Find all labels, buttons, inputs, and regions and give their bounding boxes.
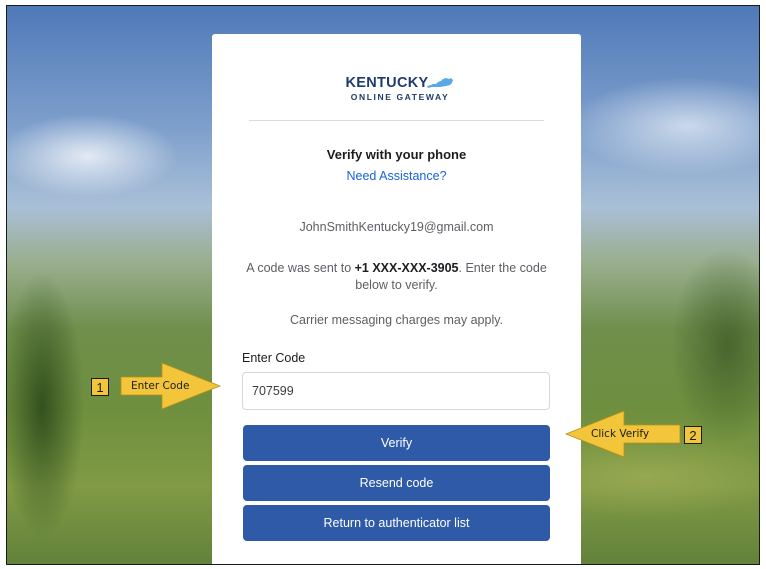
enter-code-label: Enter Code <box>242 351 306 365</box>
verify-card: KENTUCKY ONLINE GATEWAY Verify with your… <box>212 34 581 564</box>
code-sent-message: A code was sent to +1 XXX-XXX-3905. Ente… <box>242 260 551 294</box>
kentucky-state-icon <box>427 78 454 88</box>
kentucky-online-gateway-logo: KENTUCKY ONLINE GATEWAY <box>340 74 460 102</box>
logo-main-text: KENTUCKY <box>345 75 429 91</box>
need-assistance-link[interactable]: Need Assistance? <box>212 169 581 183</box>
callout-number: 2 <box>684 426 702 444</box>
callout-text: Enter Code <box>131 380 190 392</box>
callout-click-verify: Click Verify 2 <box>564 409 704 459</box>
carrier-charges-note: Carrier messaging charges may apply. <box>289 313 504 327</box>
callout-enter-code: 1 Enter Code <box>82 361 222 411</box>
resend-code-button[interactable]: Resend code <box>243 465 550 501</box>
logo-wordmark: KENTUCKY <box>346 75 455 91</box>
account-email: JohnSmithKentucky19@gmail.com <box>299 220 494 234</box>
return-to-authenticator-list-button[interactable]: Return to authenticator list <box>243 505 550 541</box>
code-input[interactable] <box>242 372 550 410</box>
callout-text: Click Verify <box>591 428 650 440</box>
header-divider <box>249 120 544 121</box>
background-landscape: KENTUCKY ONLINE GATEWAY Verify with your… <box>6 5 760 565</box>
page-title: Verify with your phone <box>326 147 467 162</box>
logo-subtitle: ONLINE GATEWAY <box>350 92 450 102</box>
code-sent-prefix: A code was sent to <box>246 261 355 275</box>
masked-phone-number: +1 XXX-XXX-3905 <box>354 261 459 275</box>
verify-button[interactable]: Verify <box>243 425 550 461</box>
callout-number: 1 <box>91 378 109 396</box>
